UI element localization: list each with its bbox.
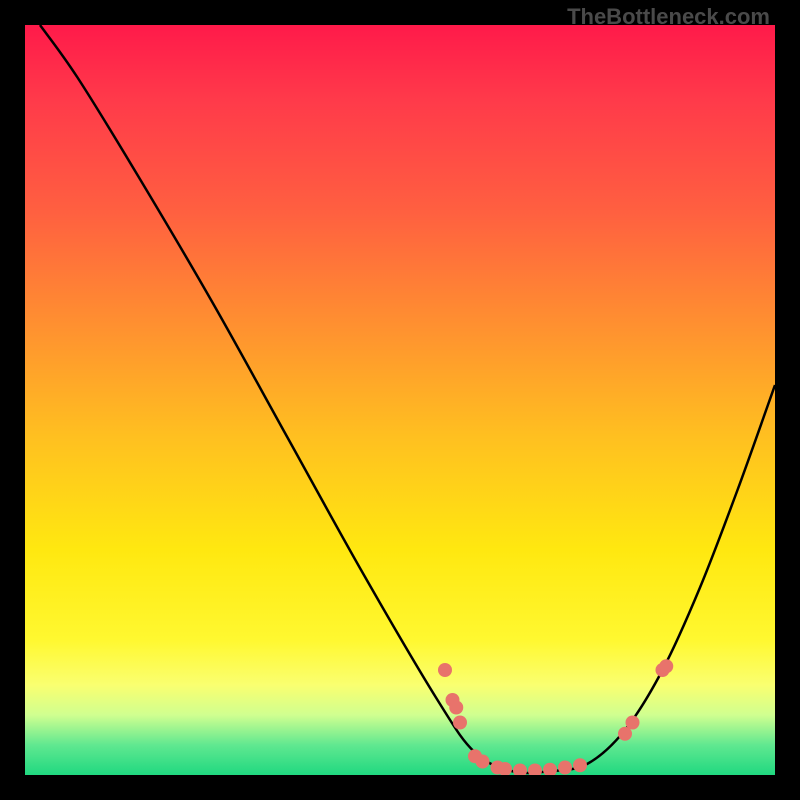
data-point xyxy=(558,761,572,775)
scatter-points xyxy=(438,659,673,775)
data-point xyxy=(573,758,587,772)
data-point xyxy=(528,764,542,776)
data-point xyxy=(453,716,467,730)
chart-svg xyxy=(25,25,775,775)
chart-frame xyxy=(25,25,775,775)
data-point xyxy=(449,701,463,715)
data-point xyxy=(543,763,557,775)
data-point xyxy=(438,663,452,677)
data-point xyxy=(476,755,490,769)
data-point xyxy=(659,659,673,673)
data-point xyxy=(513,764,527,776)
data-point xyxy=(626,716,640,730)
watermark-text: TheBottleneck.com xyxy=(567,4,770,30)
